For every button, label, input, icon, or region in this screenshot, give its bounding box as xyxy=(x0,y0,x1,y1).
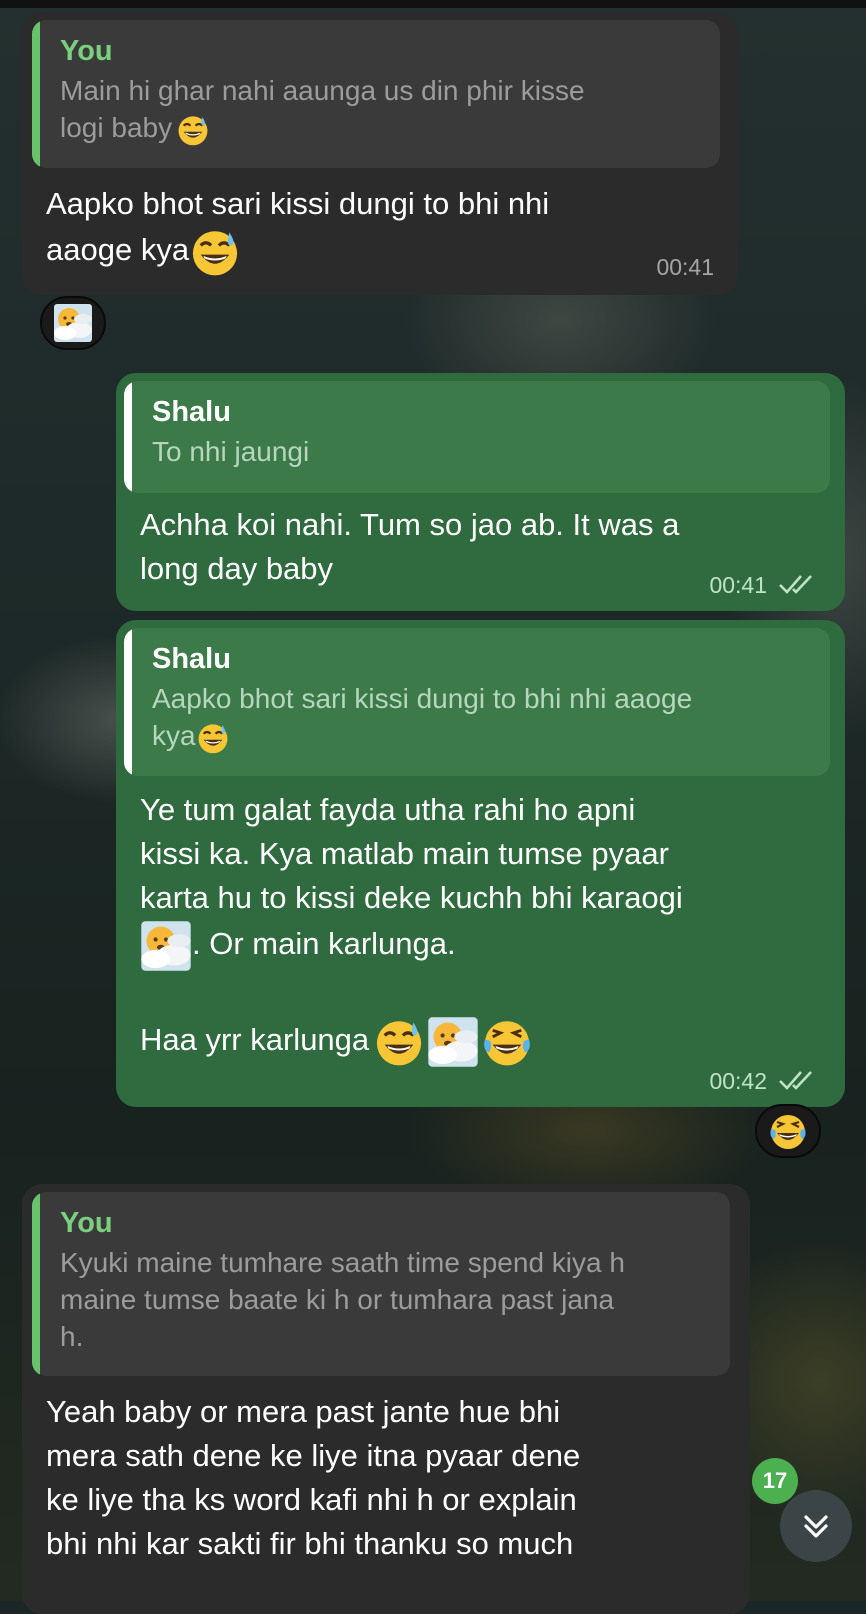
sweat-smile-emoji xyxy=(196,721,230,755)
sweat-smile-emoji xyxy=(176,113,210,147)
incoming-message-bubble[interactable]: You Kyuki maine tumhare saath time spend… xyxy=(22,1184,750,1614)
scroll-to-bottom-button[interactable] xyxy=(780,1490,852,1562)
outgoing-message-bubble[interactable]: Shalu Aapko bhot sari kissi dungi to bhi… xyxy=(116,620,845,1107)
message-text: Achha koi nahi. Tum so jao ab. It was a … xyxy=(140,507,680,586)
reply-author: You xyxy=(60,1207,113,1239)
reply-text: Kyuki maine tumhare saath time spend kiy… xyxy=(60,1247,625,1352)
reply-text: Aapko bhot sari kissi dungi to bhi nhi a… xyxy=(152,680,810,755)
incoming-message-bubble[interactable]: You Main hi ghar nahi aaunga us din phir… xyxy=(22,12,738,295)
chevrons-down-icon xyxy=(804,1515,828,1538)
reply-author: You xyxy=(60,35,113,67)
status-bar-strip xyxy=(0,0,866,8)
message-time: 00:41 xyxy=(709,572,767,598)
reply-quote[interactable]: You Main hi ghar nahi aaunga us din phir… xyxy=(32,20,720,168)
sweat-smile-emoji xyxy=(189,226,241,278)
reply-quote[interactable]: Shalu Aapko bhot sari kissi dungi to bhi… xyxy=(124,628,830,776)
message-text: Aapko bhot sari kissi dungi to bhi nhi a… xyxy=(46,182,549,278)
double-check-icon xyxy=(779,1071,812,1090)
reply-author: Shalu xyxy=(152,396,231,428)
sweat-smile-emoji xyxy=(373,1016,425,1068)
message-reaction[interactable] xyxy=(40,296,106,350)
laughing-tears-emoji xyxy=(481,1016,533,1068)
reply-quote[interactable]: Shalu To nhi jaungi xyxy=(124,381,830,493)
fog-cloud-emoji xyxy=(140,920,192,972)
outgoing-message-bubble[interactable]: Shalu To nhi jaungi Achha koi nahi. Tum … xyxy=(116,373,845,611)
unread-count-badge: 17 xyxy=(752,1458,798,1504)
reply-author: Shalu xyxy=(152,643,231,675)
message-text: Yeah baby or mera past jante hue bhi mer… xyxy=(46,1394,581,1561)
reply-text: Main hi ghar nahi aaunga us din phir kis… xyxy=(60,72,700,147)
message-time: 00:42 xyxy=(709,1068,767,1094)
message-text: Ye tum galat fayda utha rahi ho apni kis… xyxy=(140,788,683,1068)
laughing-tears-emoji xyxy=(768,1111,808,1151)
fog-cloud-emoji xyxy=(427,1016,479,1068)
message-reaction[interactable] xyxy=(755,1104,821,1158)
fog-cloud-emoji xyxy=(53,303,93,343)
double-check-icon xyxy=(779,575,812,594)
reply-text: To nhi jaungi xyxy=(152,436,310,467)
reply-quote[interactable]: You Kyuki maine tumhare saath time spend… xyxy=(32,1192,730,1376)
message-time: 00:41 xyxy=(656,254,714,280)
